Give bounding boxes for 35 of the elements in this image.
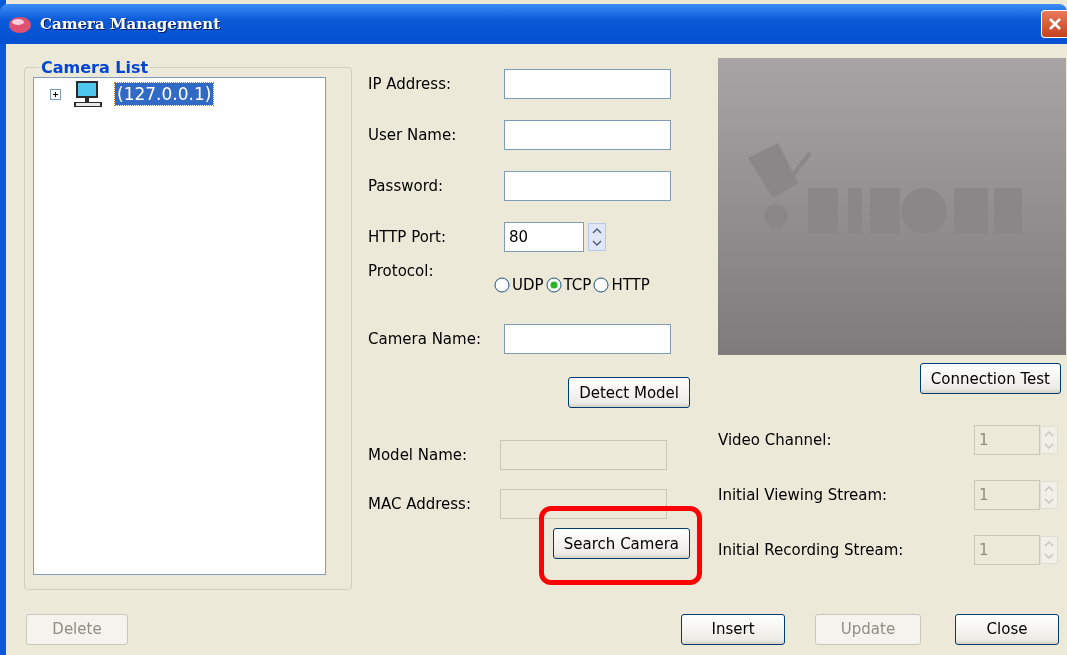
tree-item[interactable]: (127.0.0.1) <box>115 83 214 105</box>
group-title: Camera List <box>40 58 150 77</box>
field-label: Model Name: <box>368 445 469 464</box>
text-field[interactable] <box>504 323 671 354</box>
search-camera-button[interactable]: Search Camera <box>552 528 690 559</box>
field-label: Protocol: <box>368 262 435 280</box>
field-label: HTTP Port: <box>368 227 447 246</box>
field-label: MAC Address: <box>368 494 472 513</box>
field-label: Password: <box>368 176 445 195</box>
field-label: Initial Viewing Stream: <box>718 485 889 504</box>
window-title: Camera Management <box>40 15 222 33</box>
close-icon[interactable] <box>1041 10 1067 38</box>
field-label: User Name: <box>368 125 458 144</box>
field-label: IP Address: <box>368 74 453 93</box>
spin-arrows-icon[interactable] <box>588 222 606 251</box>
dialog-button[interactable]: Close <box>955 613 1059 645</box>
field-label: Camera Name: <box>368 329 482 348</box>
radio-icon[interactable] <box>593 277 610 293</box>
radio-icon[interactable] <box>545 277 562 293</box>
radio-icon[interactable] <box>494 277 510 293</box>
connection-test-button[interactable]: Connection Test <box>919 363 1061 394</box>
text-field[interactable] <box>504 119 671 150</box>
text-field[interactable] <box>504 68 671 99</box>
radio-option[interactable]: TCP <box>545 276 592 294</box>
radio-option[interactable]: UDP <box>494 276 544 294</box>
text-field[interactable] <box>504 170 671 201</box>
app-icon <box>8 14 32 34</box>
computer-icon <box>73 80 103 108</box>
detect-model-button[interactable]: Detect Model <box>568 377 690 408</box>
port-field[interactable]: 80 <box>504 221 584 252</box>
field-label: Video Channel: <box>718 430 833 449</box>
field-label: Initial Recording Stream: <box>718 540 905 559</box>
expand-icon[interactable] <box>50 88 61 100</box>
radio-option[interactable]: HTTP <box>593 276 650 294</box>
dialog-button[interactable]: Insert <box>681 613 785 645</box>
